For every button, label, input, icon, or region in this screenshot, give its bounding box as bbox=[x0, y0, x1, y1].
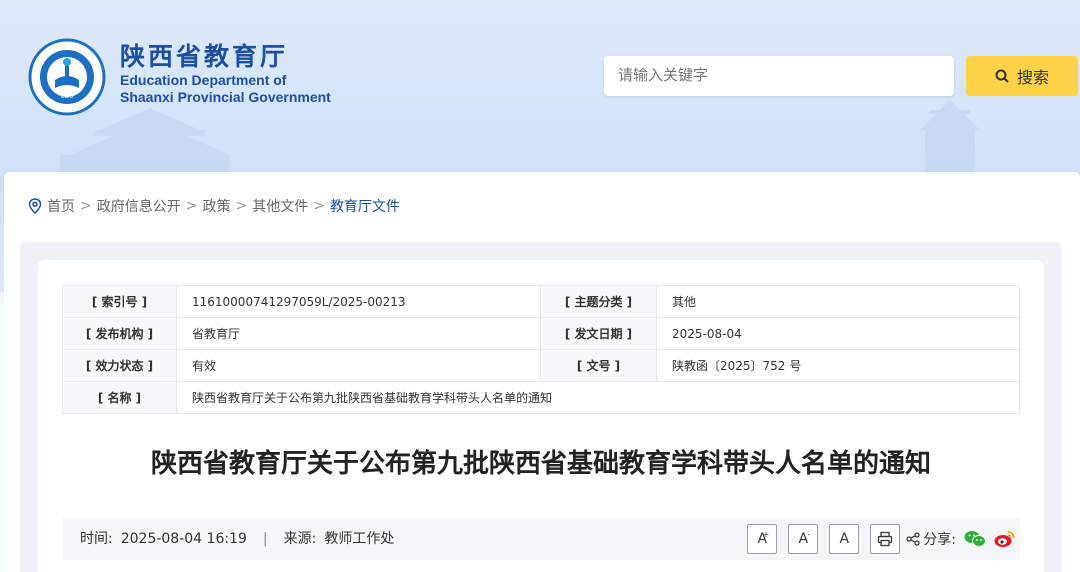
brand-name-en-line1: Education Department of bbox=[120, 72, 287, 88]
date-label: [ 发文日期 ] bbox=[540, 317, 657, 350]
brand-name-cn: 陕西省教育厅 bbox=[120, 42, 289, 71]
breadcrumb-gov-info[interactable]: 政府信息公开 bbox=[97, 196, 181, 216]
topic-value: 其他 bbox=[656, 285, 1020, 318]
font-reset-label: A bbox=[839, 531, 850, 547]
search-input[interactable] bbox=[604, 56, 954, 96]
article-tools: A + A- A 分享: bbox=[736, 524, 1016, 554]
breadcrumb-separator: > bbox=[235, 198, 248, 214]
wechat-icon bbox=[964, 531, 986, 547]
table-row: [ 发布机构 ] 省教育厅 [ 发文日期 ] 2025-08-04 bbox=[62, 317, 1020, 350]
document-metadata-table: [ 索引号 ] 11610000741297059L/2025-00213 [ … bbox=[62, 285, 1020, 414]
brand-name-en-line2: Shaanxi Provincial Government bbox=[120, 89, 331, 105]
time-label: 时间: bbox=[80, 531, 113, 547]
breadcrumb-separator: > bbox=[313, 198, 325, 214]
article-title: 陕西省教育厅关于公布第九批陕西省基础教育学科带头人名单的通知 bbox=[150, 449, 931, 479]
name-value: 陕西省教育厅关于公布第九批陕西省基础教育学科带头人名单的通知 bbox=[176, 381, 1020, 414]
share-section: 分享: bbox=[906, 529, 956, 549]
publisher-label: [ 发布机构 ] bbox=[62, 317, 177, 350]
time-value: 2025-08-04 16:19 bbox=[120, 531, 247, 547]
table-row: [ 索引号 ] 11610000741297059L/2025-00213 [ … bbox=[62, 285, 1020, 318]
publisher-value: 省教育厅 bbox=[176, 317, 541, 350]
source-label: 来源: bbox=[283, 531, 317, 547]
font-decrease-button[interactable]: A- bbox=[788, 524, 819, 554]
share-icon bbox=[906, 532, 920, 546]
index-label: [ 索引号 ] bbox=[62, 285, 177, 318]
article-info-bar: 时间: 2025-08-04 16:19 | 来源: 教师工作处 A + A- A bbox=[62, 518, 1020, 560]
site-logo[interactable]: EDS 陕西省教育厅 Education Department of Shaan… bbox=[28, 38, 348, 118]
status-label: [ 效力状态 ] bbox=[62, 349, 177, 382]
share-weibo-button[interactable] bbox=[994, 530, 1016, 548]
search-icon bbox=[995, 69, 1009, 83]
table-row: [ 效力状态 ] 有效 [ 文号 ] 陕教函〔2025〕752 号 bbox=[62, 349, 1020, 382]
search-button-label: 搜索 bbox=[1016, 68, 1049, 87]
search-button[interactable]: 搜索 bbox=[966, 56, 1078, 96]
breadcrumb-policy[interactable]: 政策 bbox=[202, 196, 230, 216]
brand-text: 陕西省教育厅 Education Department of Shaanxi P… bbox=[120, 42, 331, 106]
date-value: 2025-08-04 bbox=[656, 317, 1020, 350]
breadcrumb-home[interactable]: 首页 bbox=[47, 196, 75, 216]
status-value: 有效 bbox=[176, 349, 541, 382]
index-value: 11610000741297059L/2025-00213 bbox=[176, 285, 541, 318]
font-reset-button[interactable]: A bbox=[829, 524, 860, 554]
breadcrumb: 首页 > 政府信息公开 > 政策 > 其他文件 > 教育厅文件 bbox=[28, 196, 400, 216]
topic-label: [ 主题分类 ] bbox=[540, 285, 657, 318]
breadcrumb-current[interactable]: 教育厅文件 bbox=[330, 196, 400, 216]
table-row: [ 名称 ] 陕西省教育厅关于公布第九批陕西省基础教育学科带头人名单的通知 bbox=[62, 381, 1020, 414]
docno-value: 陕教函〔2025〕752 号 bbox=[656, 349, 1020, 382]
breadcrumb-separator: > bbox=[80, 198, 92, 214]
docno-label: [ 文号 ] bbox=[540, 349, 657, 382]
svg-text:EDS: EDS bbox=[61, 93, 73, 100]
article-meta-line: 时间: 2025-08-04 16:19 | 来源: 教师工作处 bbox=[80, 518, 394, 560]
location-pin-icon bbox=[28, 198, 42, 214]
share-wechat-button[interactable] bbox=[964, 530, 986, 548]
source-value: 教师工作处 bbox=[324, 531, 395, 547]
share-label: 分享: bbox=[923, 532, 956, 548]
breadcrumb-separator: > bbox=[185, 198, 198, 214]
weibo-icon bbox=[994, 531, 1015, 547]
breadcrumb-other-files[interactable]: 其他文件 bbox=[252, 196, 308, 216]
department-seal-icon: EDS bbox=[28, 38, 106, 116]
print-icon bbox=[878, 531, 893, 547]
info-divider: | bbox=[262, 531, 268, 547]
name-label: [ 名称 ] bbox=[62, 381, 177, 414]
font-increase-button[interactable]: A + bbox=[747, 524, 778, 554]
print-button[interactable] bbox=[870, 524, 901, 554]
